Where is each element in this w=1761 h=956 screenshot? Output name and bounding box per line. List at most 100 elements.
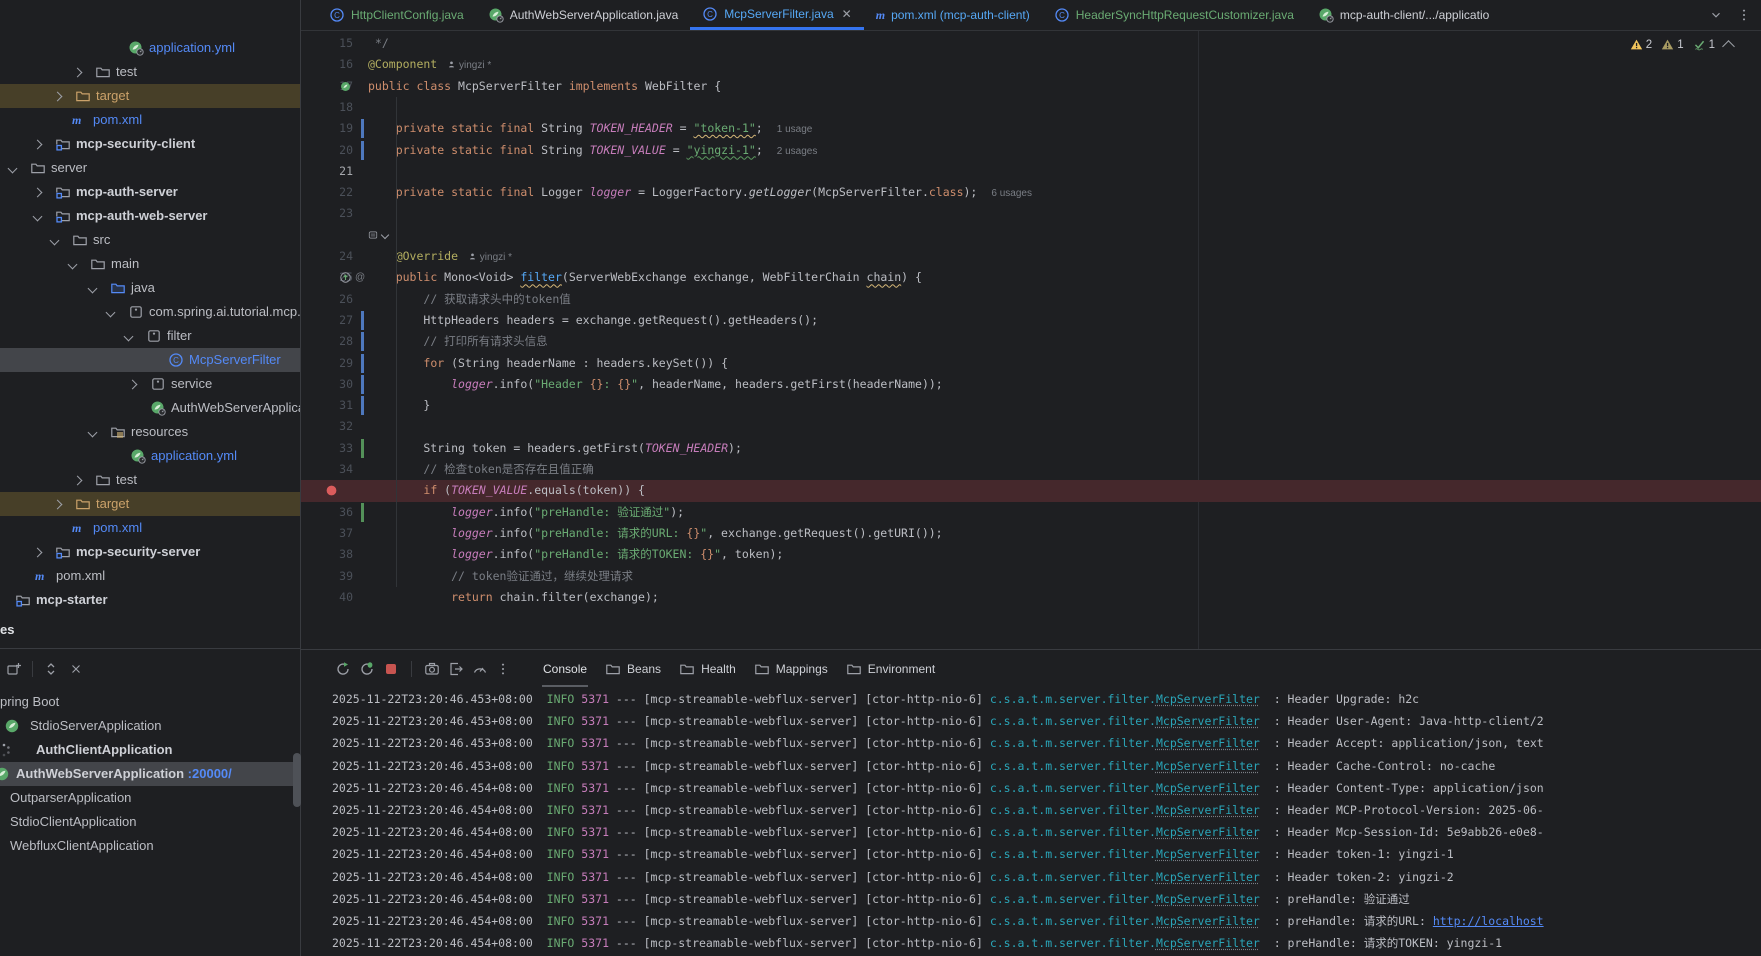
- tab-authwebserverapplication-java[interactable]: AuthWebServerApplication.java: [476, 0, 691, 30]
- log-logger-class-link[interactable]: McpServerFilter: [1156, 759, 1260, 773]
- run-config-pring-boot[interactable]: pring Boot: [0, 690, 300, 714]
- log-logger-class-link[interactable]: McpServerFilter: [1156, 870, 1260, 884]
- tree-item-resources[interactable]: resources: [0, 420, 300, 444]
- code-editor[interactable]: 15 */16@Component yingzi *17public class…: [301, 31, 1761, 649]
- vcs-change-bar[interactable]: [361, 439, 364, 458]
- chevron-expanded-icon[interactable]: [106, 308, 116, 318]
- line-number[interactable]: 40: [301, 587, 353, 608]
- vcs-change-bar[interactable]: [361, 503, 364, 522]
- tab-mcp-auth-client-applicatio[interactable]: mcp-auth-client/.../applicatio: [1306, 0, 1501, 30]
- run-config-stdioserverapplication[interactable]: StdioServerApplication: [0, 714, 300, 738]
- run-config-webfluxclientapplication[interactable]: WebfluxClientApplication: [0, 834, 300, 858]
- run-config-port-link[interactable]: :20000/: [184, 766, 232, 781]
- overriding-method-gutter-icon[interactable]: [339, 270, 354, 285]
- log-logger-class-link[interactable]: McpServerFilter: [1156, 892, 1260, 906]
- warning-count[interactable]: 2: [1630, 38, 1652, 51]
- line-number[interactable]: 20: [301, 140, 353, 161]
- log-logger-class-link[interactable]: McpServerFilter: [1156, 936, 1260, 950]
- weak-warning-count[interactable]: 1: [1661, 38, 1683, 51]
- exit-icon[interactable]: [448, 661, 464, 677]
- rerun-icon[interactable]: [335, 661, 351, 677]
- chevron-up-icon[interactable]: [1722, 40, 1735, 53]
- gc-icon[interactable]: [472, 661, 488, 677]
- tab-mappings[interactable]: Mappings: [745, 650, 837, 687]
- line-number[interactable]: 18: [301, 97, 353, 118]
- tree-item-java[interactable]: java: [0, 276, 300, 300]
- vcs-change-bar[interactable]: [361, 119, 364, 138]
- breakpoint-icon[interactable]: [325, 484, 338, 497]
- line-number[interactable]: 34: [301, 459, 353, 480]
- vcs-change-bar[interactable]: [361, 332, 364, 351]
- vcs-change-bar[interactable]: [361, 311, 364, 330]
- tree-item-pom-xml[interactable]: mpom.xml: [0, 108, 300, 132]
- line-number[interactable]: 32: [301, 416, 353, 437]
- add-service-icon[interactable]: [6, 661, 22, 677]
- tree-item-test[interactable]: test: [0, 60, 300, 84]
- code-author-inlay[interactable]: yingzi *: [468, 252, 512, 263]
- tab-pom-xml-mcp-auth-client-[interactable]: mpom.xml (mcp-auth-client): [864, 0, 1042, 30]
- log-logger-class-link[interactable]: McpServerFilter: [1156, 736, 1260, 750]
- tab-console[interactable]: Console: [534, 650, 596, 687]
- tree-item-service[interactable]: service: [0, 372, 300, 396]
- code-author-inlay[interactable]: yingzi *: [447, 60, 491, 71]
- line-number[interactable]: 37: [301, 523, 353, 544]
- chevron-collapsed-icon[interactable]: [73, 476, 83, 486]
- run-config-outparserapplication[interactable]: OutparserApplication: [0, 786, 300, 810]
- log-logger-class-link[interactable]: McpServerFilter: [1156, 803, 1260, 817]
- log-logger-class-link[interactable]: McpServerFilter: [1156, 914, 1260, 928]
- tree-item-mcp-auth-server[interactable]: mcp-auth-server: [0, 180, 300, 204]
- run-config-stdioclientapplication[interactable]: StdioClientApplication: [0, 810, 300, 834]
- log-logger-class-link[interactable]: McpServerFilter: [1156, 714, 1260, 728]
- tab-options-kebab-icon[interactable]: [1737, 8, 1751, 22]
- chevron-expanded-icon[interactable]: [33, 212, 43, 222]
- line-number[interactable]: 26: [301, 289, 353, 310]
- chevron-collapsed-icon[interactable]: [53, 500, 63, 510]
- tree-item-pom-xml[interactable]: mpom.xml: [0, 564, 300, 588]
- usages-hint[interactable]: 6 usages: [991, 188, 1032, 199]
- tab-beans[interactable]: Beans: [596, 650, 670, 687]
- log-logger-class-link[interactable]: McpServerFilter: [1156, 825, 1260, 839]
- chevron-collapsed-icon[interactable]: [53, 92, 63, 102]
- inspection-widget[interactable]: 2 1 1: [1630, 38, 1733, 51]
- tree-item-main[interactable]: main: [0, 252, 300, 276]
- tree-item-mcp-security-server[interactable]: mcp-security-server: [0, 540, 300, 564]
- vcs-change-bar[interactable]: [361, 375, 364, 394]
- vcs-change-bar[interactable]: [361, 396, 364, 415]
- spring-bean-gutter-icon[interactable]: [339, 79, 354, 94]
- line-number[interactable]: 16: [301, 54, 353, 75]
- hidden-tabs-chevron-icon[interactable]: [1709, 8, 1723, 22]
- tree-item-application-yml[interactable]: application.yml: [0, 36, 300, 60]
- tree-item-test[interactable]: test: [0, 468, 300, 492]
- usages-hint[interactable]: 2 usages: [777, 146, 818, 157]
- tree-item-mcp-security-client[interactable]: mcp-security-client: [0, 132, 300, 156]
- scrollbar-thumb[interactable]: [293, 753, 301, 807]
- grammar-ok-count[interactable]: 1: [1693, 38, 1715, 51]
- tree-item-filter[interactable]: filter: [0, 324, 300, 348]
- tab-httpclientconfig-java[interactable]: CHttpClientConfig.java: [317, 0, 476, 30]
- more-options-kebab-icon[interactable]: [496, 662, 510, 676]
- line-number[interactable]: 36: [301, 502, 353, 523]
- tree-item-target[interactable]: target: [0, 492, 300, 516]
- line-number[interactable]: 24: [301, 246, 353, 267]
- chevron-collapsed-icon[interactable]: [33, 188, 43, 198]
- rerun-debug-icon[interactable]: [359, 661, 375, 677]
- line-number[interactable]: 29: [301, 353, 353, 374]
- tree-item-target[interactable]: target: [0, 84, 300, 108]
- line-number[interactable]: 38: [301, 544, 353, 565]
- tree-item-server[interactable]: server: [0, 156, 300, 180]
- line-number[interactable]: 15: [301, 33, 353, 54]
- chevron-collapsed-icon[interactable]: [33, 140, 43, 150]
- thread-dump-icon[interactable]: [424, 661, 440, 677]
- console-log[interactable]: 2025-11-22T23:20:46.453+08:00 INFO 5371 …: [301, 688, 1705, 956]
- line-number[interactable]: 23: [301, 203, 353, 224]
- line-number[interactable]: 30: [301, 374, 353, 395]
- run-config-authwebserverapplication[interactable]: AuthWebServerApplication :20000/: [0, 762, 300, 786]
- vcs-change-bar[interactable]: [361, 354, 364, 373]
- vcs-change-bar[interactable]: [361, 141, 364, 160]
- line-number[interactable]: 33: [301, 438, 353, 459]
- line-number[interactable]: 27: [301, 310, 353, 331]
- stop-icon[interactable]: [383, 661, 399, 677]
- tree-item-com-spring-ai-tutorial-mcp-serv[interactable]: com.spring.ai.tutorial.mcp.serv: [0, 300, 300, 324]
- navigate-icon[interactable]: [43, 661, 59, 677]
- line-number[interactable]: 21: [301, 161, 353, 182]
